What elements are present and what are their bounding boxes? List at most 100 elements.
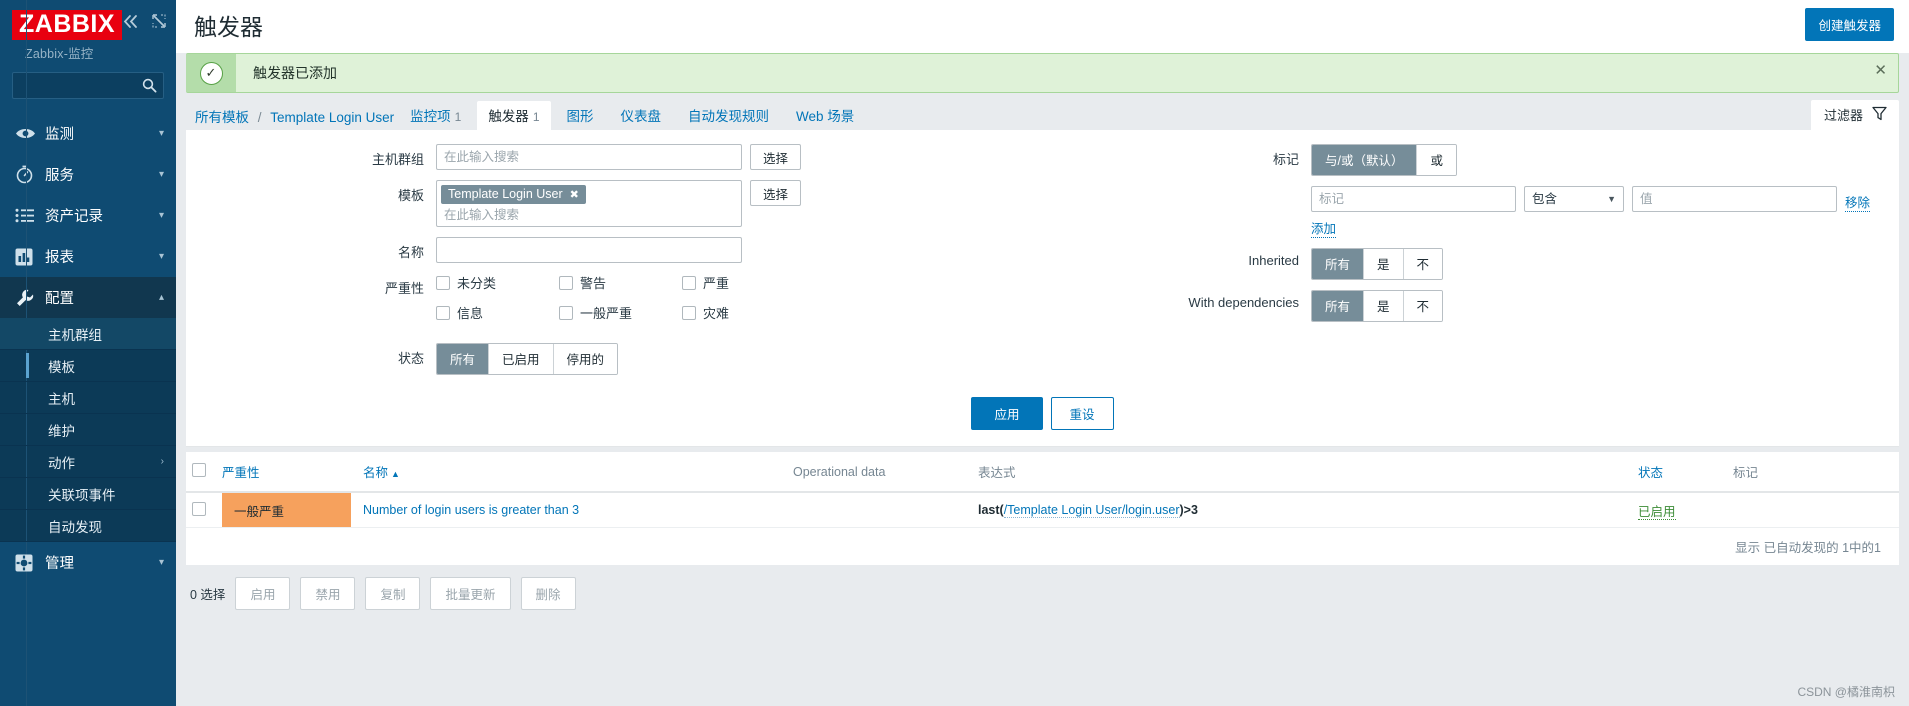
sidebar-submenu-configuration: 主机群组 模板 主机 维护 动作 › 关联项事件 自动发现 bbox=[0, 0, 176, 706]
column-status[interactable]: 状态 bbox=[1632, 452, 1727, 493]
host-group-select-button[interactable]: 选择 bbox=[750, 144, 802, 170]
tags-evaltype-or[interactable]: 或 bbox=[1416, 145, 1456, 175]
tag-name-input[interactable] bbox=[1311, 186, 1516, 212]
mass-update-button[interactable]: 批量更新 bbox=[430, 577, 511, 610]
inherited-option-all[interactable]: 所有 bbox=[1312, 249, 1364, 279]
reset-button[interactable]: 重设 bbox=[1050, 397, 1114, 430]
breadcrumb-current[interactable]: Template Login User bbox=[270, 110, 394, 125]
row-checkbox[interactable] bbox=[192, 501, 206, 516]
expression-item-path[interactable]: /Template Login User/login.user bbox=[1003, 503, 1180, 518]
with-dependencies-option-yes[interactable]: 是 bbox=[1363, 291, 1403, 321]
sidebar-item-actions[interactable]: 动作 › bbox=[0, 446, 176, 478]
wrench-icon bbox=[15, 288, 45, 308]
tag-value-input[interactable] bbox=[1632, 186, 1837, 212]
column-name[interactable]: 名称 ▲ bbox=[357, 452, 787, 493]
severity-option-not-classified[interactable]: 未分类 bbox=[436, 273, 559, 292]
create-trigger-button[interactable]: 创建触发器 bbox=[1805, 8, 1894, 41]
chevron-up-icon: ▴ bbox=[158, 292, 164, 303]
sidebar-item-maintenance[interactable]: 维护 bbox=[0, 414, 176, 446]
inherited-option-no[interactable]: 不 bbox=[1402, 249, 1443, 279]
name-input[interactable] bbox=[436, 237, 742, 263]
checkbox[interactable] bbox=[682, 305, 696, 320]
sidebar-item-discovery[interactable]: 自动发现 bbox=[0, 510, 176, 542]
severity-option-information[interactable]: 信息 bbox=[436, 303, 559, 322]
filter-row-template: 模板 Template Login User ✖ 选择 bbox=[186, 180, 1006, 227]
tab-items[interactable]: 监控项 1 bbox=[399, 101, 472, 130]
severity-option-average[interactable]: 一般严重 bbox=[559, 303, 682, 322]
row-status-cell: 已启用 bbox=[1632, 492, 1727, 528]
filter-row-with-dependencies: With dependencies 所有 是 不 bbox=[1021, 290, 1899, 322]
status-option-disabled[interactable]: 停用的 bbox=[552, 344, 618, 374]
checkbox[interactable] bbox=[559, 305, 573, 320]
tags-evaltype-control[interactable]: 与/或（默认） 或 bbox=[1311, 144, 1457, 176]
filter-row-name: 名称 bbox=[186, 237, 1006, 263]
severity-label: 严重性 bbox=[384, 281, 424, 296]
trigger-name-link[interactable]: Number of login users is greater than 3 bbox=[363, 503, 579, 517]
severity-option-high[interactable]: 严重 bbox=[682, 273, 805, 292]
with-dependencies-option-no[interactable]: 不 bbox=[1402, 291, 1443, 321]
apply-button[interactable]: 应用 bbox=[971, 397, 1043, 430]
tab-graphs[interactable]: 图形 bbox=[556, 101, 605, 130]
inherited-segmented-control[interactable]: 所有 是 不 bbox=[1311, 248, 1444, 280]
enable-button[interactable]: 启用 bbox=[235, 577, 291, 610]
gear-icon bbox=[15, 554, 45, 572]
copy-button[interactable]: 复制 bbox=[365, 577, 421, 610]
fullscreen-icon[interactable] bbox=[152, 14, 166, 28]
with-dependencies-option-all[interactable]: 所有 bbox=[1312, 291, 1364, 321]
checkbox[interactable] bbox=[436, 305, 450, 320]
with-dependencies-segmented-control[interactable]: 所有 是 不 bbox=[1311, 290, 1444, 322]
disable-button[interactable]: 禁用 bbox=[300, 577, 356, 610]
template-select-button[interactable]: 选择 bbox=[750, 180, 802, 206]
filter-tab[interactable]: 过滤器 bbox=[1810, 100, 1899, 130]
checkbox[interactable] bbox=[436, 275, 450, 290]
column-name-label: 名称 bbox=[363, 466, 389, 480]
severity-option-label: 信息 bbox=[457, 306, 484, 321]
status-option-enabled[interactable]: 已启用 bbox=[488, 344, 553, 374]
status-option-all[interactable]: 所有 bbox=[437, 344, 489, 374]
tag-operator-select[interactable]: 包含 bbox=[1524, 186, 1624, 212]
app-root: ZABBIX Zabbix-监控 监测 ▾ 服务 ▾ 资产记录 ▾ 报表 ▾ 配… bbox=[0, 0, 1909, 706]
severity-option-disaster[interactable]: 灾难 bbox=[682, 303, 805, 322]
template-chip[interactable]: Template Login User ✖ bbox=[441, 185, 586, 204]
breadcrumb-all-templates[interactable]: 所有模板 bbox=[195, 110, 249, 125]
inherited-option-yes[interactable]: 是 bbox=[1363, 249, 1403, 279]
sidebar-subitem-label: 主机群组 bbox=[48, 327, 102, 343]
tab-dashboards[interactable]: 仪表盘 bbox=[610, 101, 673, 130]
status-segmented-control[interactable]: 所有 已启用 停用的 bbox=[436, 343, 619, 375]
filter-row-tags: 标记 与/或（默认） 或 bbox=[1021, 144, 1899, 176]
select-all-header bbox=[186, 452, 216, 493]
chevron-down-icon: ▾ bbox=[158, 210, 164, 221]
template-search-input[interactable] bbox=[441, 204, 737, 224]
sidebar-item-host-groups[interactable]: 主机群组 bbox=[0, 318, 176, 350]
delete-button[interactable]: 删除 bbox=[520, 577, 576, 610]
search-input[interactable] bbox=[13, 73, 163, 98]
sidebar-item-event-correlation[interactable]: 关联项事件 bbox=[0, 478, 176, 510]
sidebar-item-hosts[interactable]: 主机 bbox=[0, 382, 176, 414]
bar-chart-icon bbox=[15, 248, 45, 266]
search-icon[interactable] bbox=[142, 78, 157, 98]
column-severity[interactable]: 严重性 bbox=[216, 452, 357, 493]
status-badge[interactable]: 已启用 bbox=[1638, 504, 1676, 520]
tab-web-scenarios[interactable]: Web 场景 bbox=[785, 101, 865, 130]
tab-triggers[interactable]: 触发器 1 bbox=[477, 101, 551, 130]
tab-discovery-rules[interactable]: 自动发现规则 bbox=[677, 101, 780, 130]
tab-label: Web 场景 bbox=[796, 109, 855, 124]
sidebar-subitem-label: 模板 bbox=[48, 359, 75, 375]
tags-evaltype-andor[interactable]: 与/或（默认） bbox=[1312, 145, 1417, 175]
template-multiselect[interactable]: Template Login User ✖ bbox=[436, 180, 742, 227]
tag-add-link[interactable]: 添加 bbox=[1311, 218, 1337, 238]
trigger-list-panel: 严重性 名称 ▲ Operational data 表达式 状态 标记 一般严重… bbox=[186, 452, 1899, 565]
sidebar-item-templates[interactable]: 模板 bbox=[0, 350, 176, 382]
checkbox[interactable] bbox=[559, 275, 573, 290]
sidebar-subitem-label: 自动发现 bbox=[48, 519, 102, 535]
close-icon[interactable]: ✕ bbox=[1874, 63, 1887, 78]
checkbox[interactable] bbox=[682, 275, 696, 290]
host-group-input[interactable] bbox=[436, 144, 742, 170]
chip-remove-icon[interactable]: ✖ bbox=[570, 188, 579, 201]
column-tags: 标记 bbox=[1727, 452, 1899, 493]
sidebar-item-administration[interactable]: 管理 ▾ bbox=[0, 542, 176, 583]
tag-remove-link[interactable]: 移除 bbox=[1845, 192, 1871, 212]
select-all-checkbox[interactable] bbox=[192, 463, 206, 477]
severity-option-warning[interactable]: 警告 bbox=[559, 273, 682, 292]
double-chevron-left-icon[interactable] bbox=[123, 14, 139, 28]
